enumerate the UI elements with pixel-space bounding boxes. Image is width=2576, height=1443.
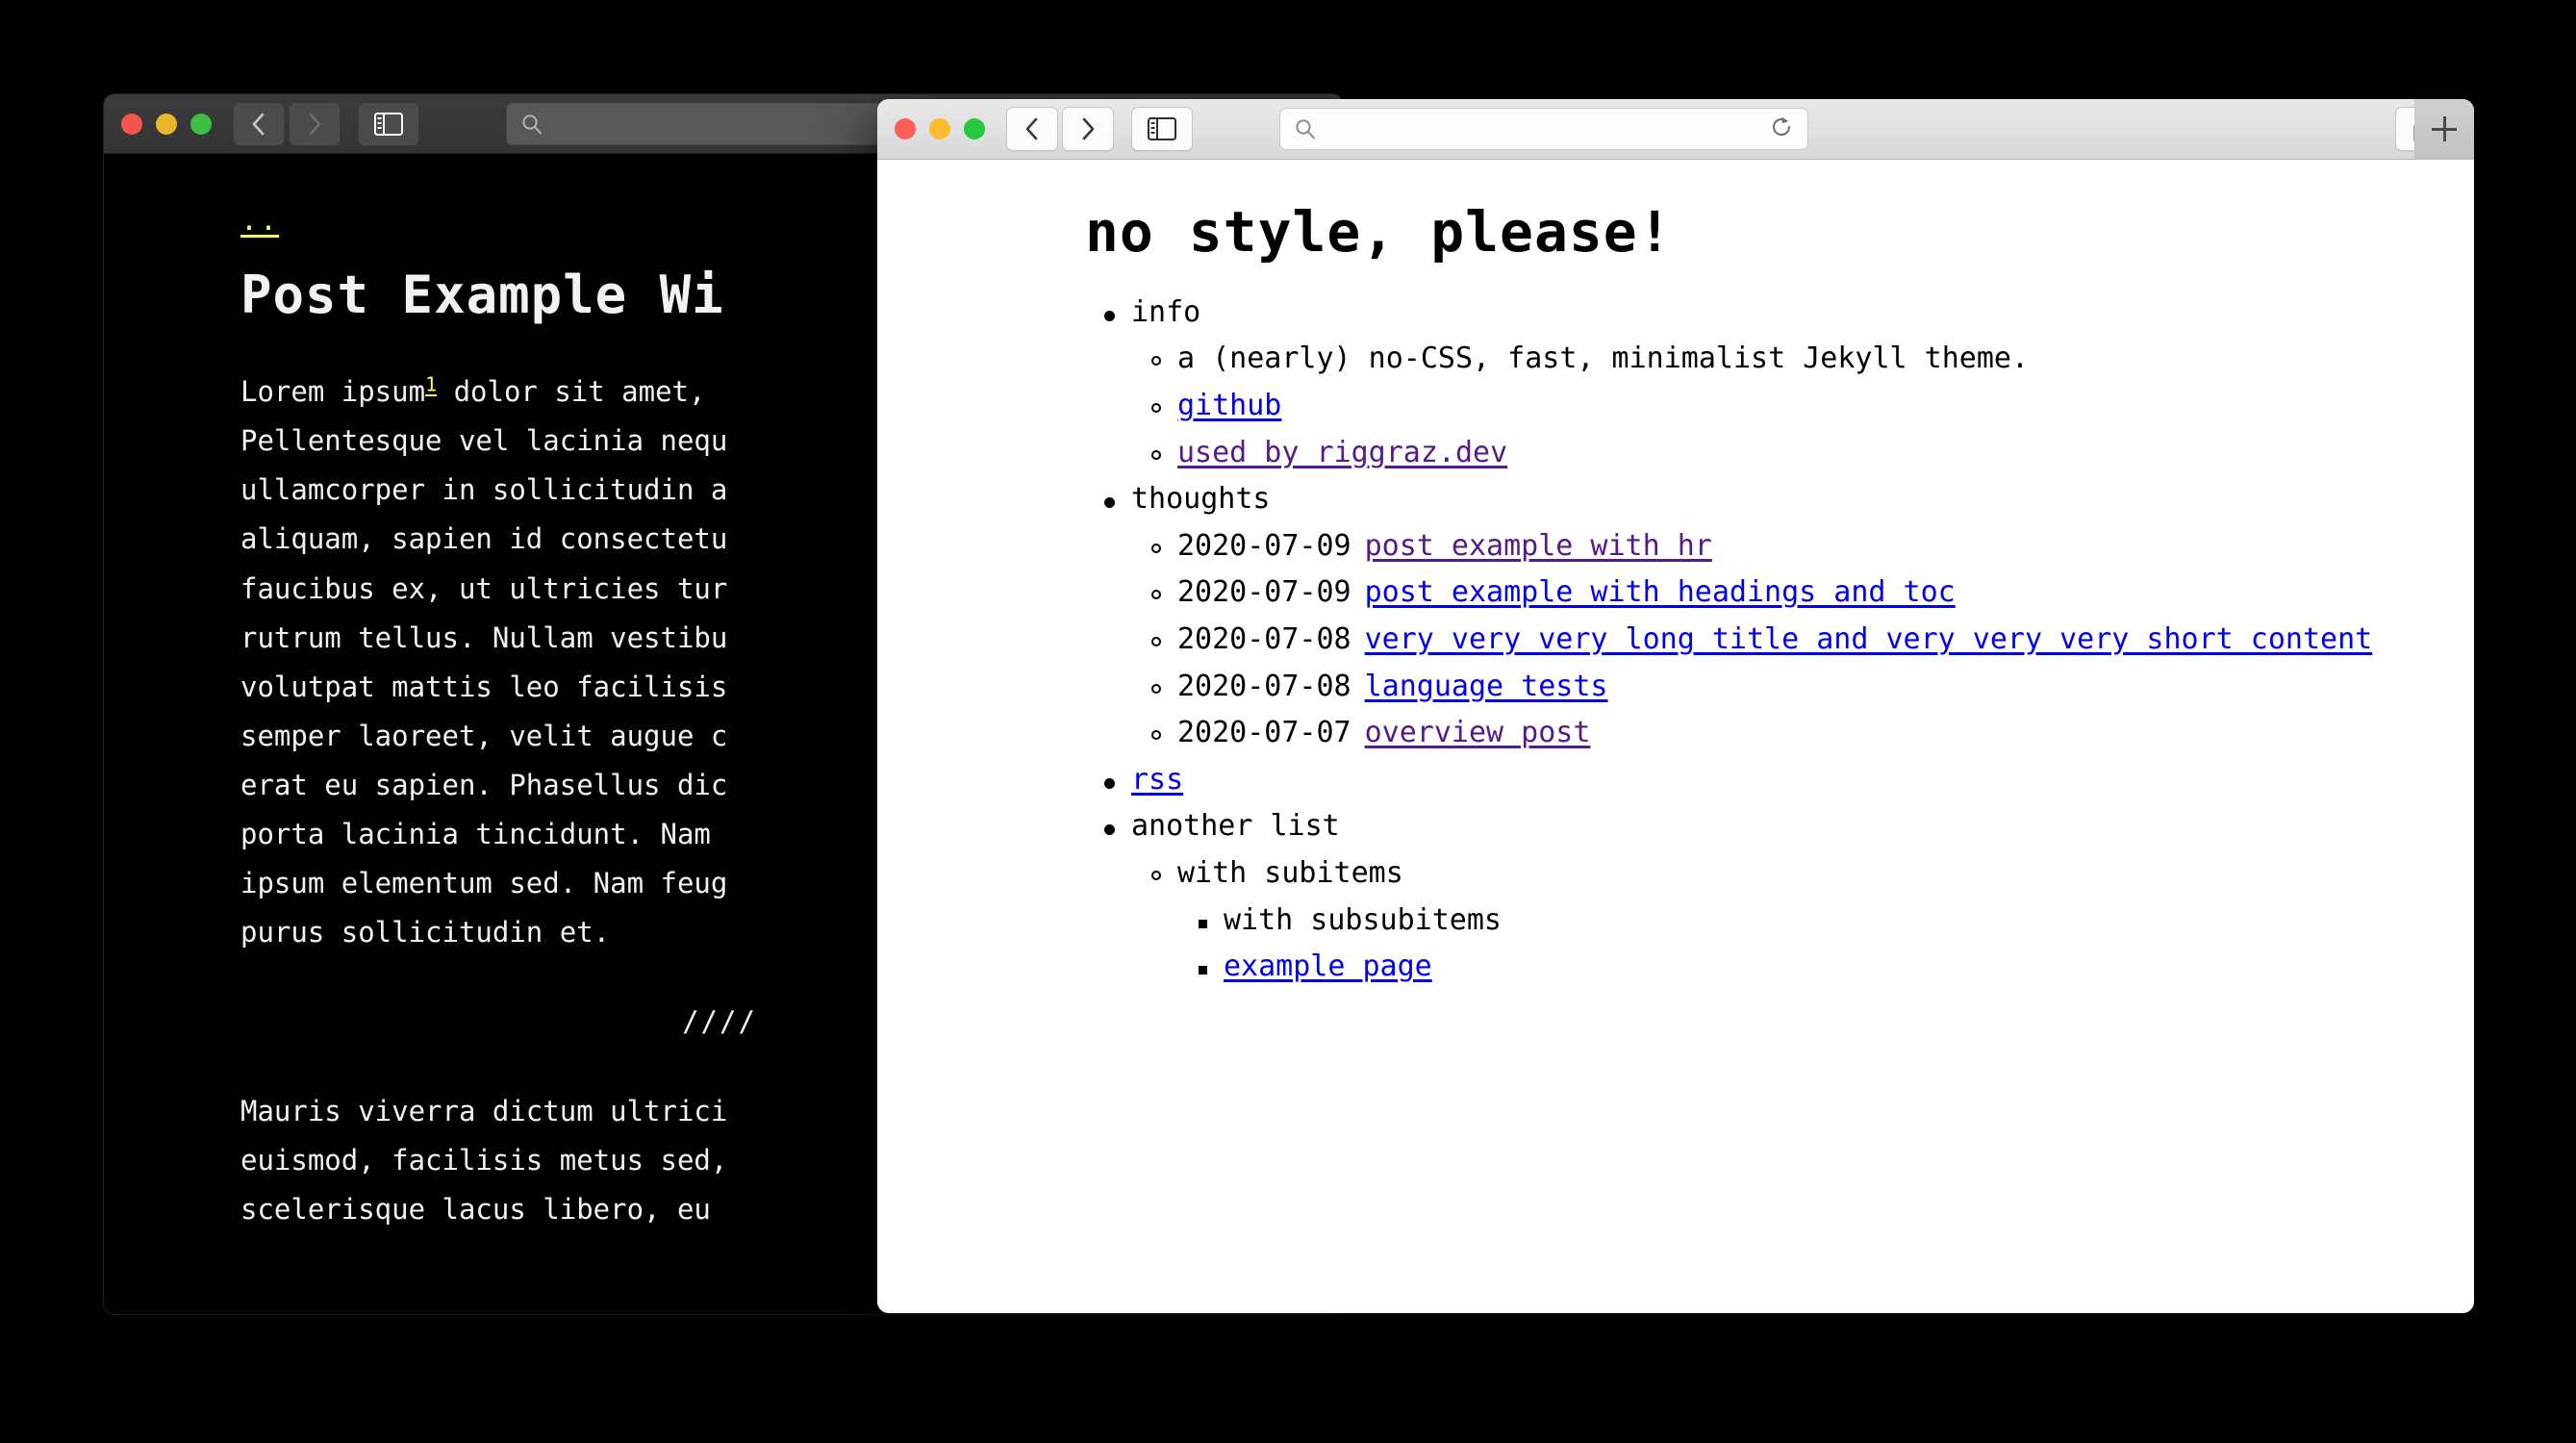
toolbar-foreground-window bbox=[877, 99, 2474, 160]
traffic-lights-background bbox=[121, 113, 212, 135]
list-item-row: used by riggraz.dev bbox=[1177, 436, 2416, 469]
list-item-row: github bbox=[1177, 390, 2416, 422]
list-item: info a (nearly) no-CSS, fast, minimalist … bbox=[1085, 294, 2416, 468]
nested-list: a (nearly) no-CSS, fast, minimalist Jeky… bbox=[1131, 342, 2416, 468]
list-item-row: a (nearly) no-CSS, fast, minimalist Jeky… bbox=[1177, 342, 2416, 375]
paragraph-1-lead: Lorem ipsum bbox=[240, 375, 426, 409]
back-button[interactable] bbox=[233, 101, 285, 146]
list-item-row: 2020-07-09 post example with headings and… bbox=[1177, 576, 2416, 609]
list-item-row: thoughts bbox=[1131, 483, 2416, 516]
sidebar-toggle-button[interactable] bbox=[1131, 107, 1193, 151]
content-list: info a (nearly) no-CSS, fast, minimalist … bbox=[1085, 294, 2416, 983]
list-item-row: 2020-07-08 very very very long title and … bbox=[1177, 623, 2416, 656]
list-item-row: 2020-07-08 language tests bbox=[1177, 669, 2416, 703]
paragraph-1-body: dolor sit amet, Pellentesque vel lacinia… bbox=[240, 375, 728, 949]
address-search-field[interactable] bbox=[1279, 108, 1808, 150]
list-item-row: 2020-07-07 overview post bbox=[1177, 717, 2416, 749]
post-date: 2020-07-09 bbox=[1177, 528, 1351, 563]
list-item-link[interactable]: post example with headings and toc bbox=[1365, 575, 1956, 609]
list-item-row: rss bbox=[1131, 763, 2416, 797]
list-item-link[interactable]: rss bbox=[1131, 763, 1183, 797]
close-button[interactable] bbox=[895, 118, 916, 139]
sidebar-icon bbox=[1148, 117, 1176, 140]
list-item: used by riggraz.dev bbox=[1131, 436, 2416, 469]
nested-list: with subitems with subsubitems example pag… bbox=[1131, 857, 2416, 983]
list-item-row: example page bbox=[1224, 950, 2416, 983]
chevron-right-icon bbox=[1082, 117, 1095, 140]
list-item-link[interactable]: overview post bbox=[1365, 716, 1591, 749]
navigation-buttons-foreground bbox=[1006, 107, 1193, 151]
maximize-button[interactable] bbox=[190, 113, 212, 135]
list-item: github bbox=[1131, 390, 2416, 422]
list-item-row: with subsubitems bbox=[1224, 902, 2416, 937]
nested-list: with subsubitems example page bbox=[1177, 902, 2416, 983]
maximize-button[interactable] bbox=[964, 118, 985, 139]
list-item: with subsubitems bbox=[1177, 902, 2416, 937]
forward-button[interactable] bbox=[289, 101, 341, 146]
list-item-label: thoughts bbox=[1131, 482, 1271, 517]
search-icon bbox=[522, 114, 542, 134]
list-item-label: a (nearly) no-CSS, fast, minimalist Jeky… bbox=[1177, 342, 2030, 376]
list-item: 2020-07-09 post example with hr bbox=[1131, 528, 2416, 563]
sidebar-toggle-button[interactable] bbox=[358, 101, 419, 146]
list-item-label: with subsubitems bbox=[1224, 902, 1502, 937]
chevron-left-icon bbox=[1025, 117, 1038, 140]
search-icon bbox=[1296, 119, 1315, 139]
list-item-row: another list bbox=[1131, 810, 2416, 843]
forward-button[interactable] bbox=[1062, 107, 1114, 151]
plus-icon-vertical bbox=[2442, 116, 2446, 141]
list-item-link[interactable]: post example with hr bbox=[1365, 529, 1712, 563]
post-date: 2020-07-08 bbox=[1177, 621, 1351, 656]
navigation-buttons-background bbox=[233, 101, 419, 146]
back-button[interactable] bbox=[1006, 107, 1058, 151]
list-item: rss bbox=[1085, 763, 2416, 797]
list-item: example page bbox=[1177, 950, 2416, 983]
list-item: another list with subitems with subsubitem… bbox=[1085, 810, 2416, 982]
chevron-left-icon bbox=[252, 113, 265, 135]
close-button[interactable] bbox=[121, 113, 142, 135]
nested-list: 2020-07-09 post example with hr 2020-07-09… bbox=[1131, 528, 2416, 749]
list-item: thoughts 2020-07-09 post example with hr 20… bbox=[1085, 483, 2416, 749]
list-item-row: with subitems bbox=[1177, 857, 2416, 890]
list-item-link[interactable]: example page bbox=[1224, 949, 1432, 983]
list-item-link[interactable]: language tests bbox=[1365, 670, 1608, 703]
page-title: no style, please! bbox=[1085, 199, 1673, 265]
minimize-button[interactable] bbox=[156, 113, 177, 135]
parent-directory-link[interactable]: .. bbox=[240, 204, 279, 238]
chevron-right-icon bbox=[309, 113, 321, 135]
footnote-reference-link[interactable]: 1 bbox=[425, 373, 437, 396]
page-content-foreground-window: no style, please! info a (nearly) no-CSS,… bbox=[877, 160, 2474, 1313]
list-item: with subitems with subsubitems example pag… bbox=[1131, 857, 2416, 983]
list-item-label: another list bbox=[1131, 809, 1340, 844]
reload-button[interactable] bbox=[1769, 114, 1794, 143]
sidebar-icon bbox=[374, 112, 403, 136]
list-item-label: with subitems bbox=[1177, 855, 1403, 890]
list-item: a (nearly) no-CSS, fast, minimalist Jeky… bbox=[1131, 342, 2416, 375]
minimize-button[interactable] bbox=[929, 118, 950, 139]
browser-window-foreground[interactable]: no style, please! info a (nearly) no-CSS,… bbox=[877, 99, 2474, 1313]
list-item-row: info bbox=[1131, 294, 2416, 329]
list-item: 2020-07-08 very very very long title and … bbox=[1131, 623, 2416, 656]
reload-icon bbox=[1773, 116, 1790, 136]
list-item-link[interactable]: github bbox=[1177, 389, 1281, 422]
list-item: 2020-07-08 language tests bbox=[1131, 669, 2416, 703]
new-tab-button[interactable] bbox=[2414, 99, 2474, 159]
list-item-label: info bbox=[1131, 294, 1201, 329]
desktop-background: .. Post Example Wi Lorem ipsum1 dolor si… bbox=[0, 0, 2576, 1443]
list-item: 2020-07-09 post example with headings and… bbox=[1131, 576, 2416, 609]
post-date: 2020-07-08 bbox=[1177, 669, 1351, 703]
list-item-link[interactable]: very very very long title and very very … bbox=[1365, 622, 2373, 656]
list-item: 2020-07-07 overview post bbox=[1131, 717, 2416, 749]
traffic-lights-foreground bbox=[895, 118, 985, 139]
list-item-link[interactable]: used by riggraz.dev bbox=[1177, 436, 1507, 469]
list-item-row: 2020-07-09 post example with hr bbox=[1177, 528, 2416, 563]
post-date: 2020-07-09 bbox=[1177, 575, 1351, 610]
post-date: 2020-07-07 bbox=[1177, 716, 1351, 750]
